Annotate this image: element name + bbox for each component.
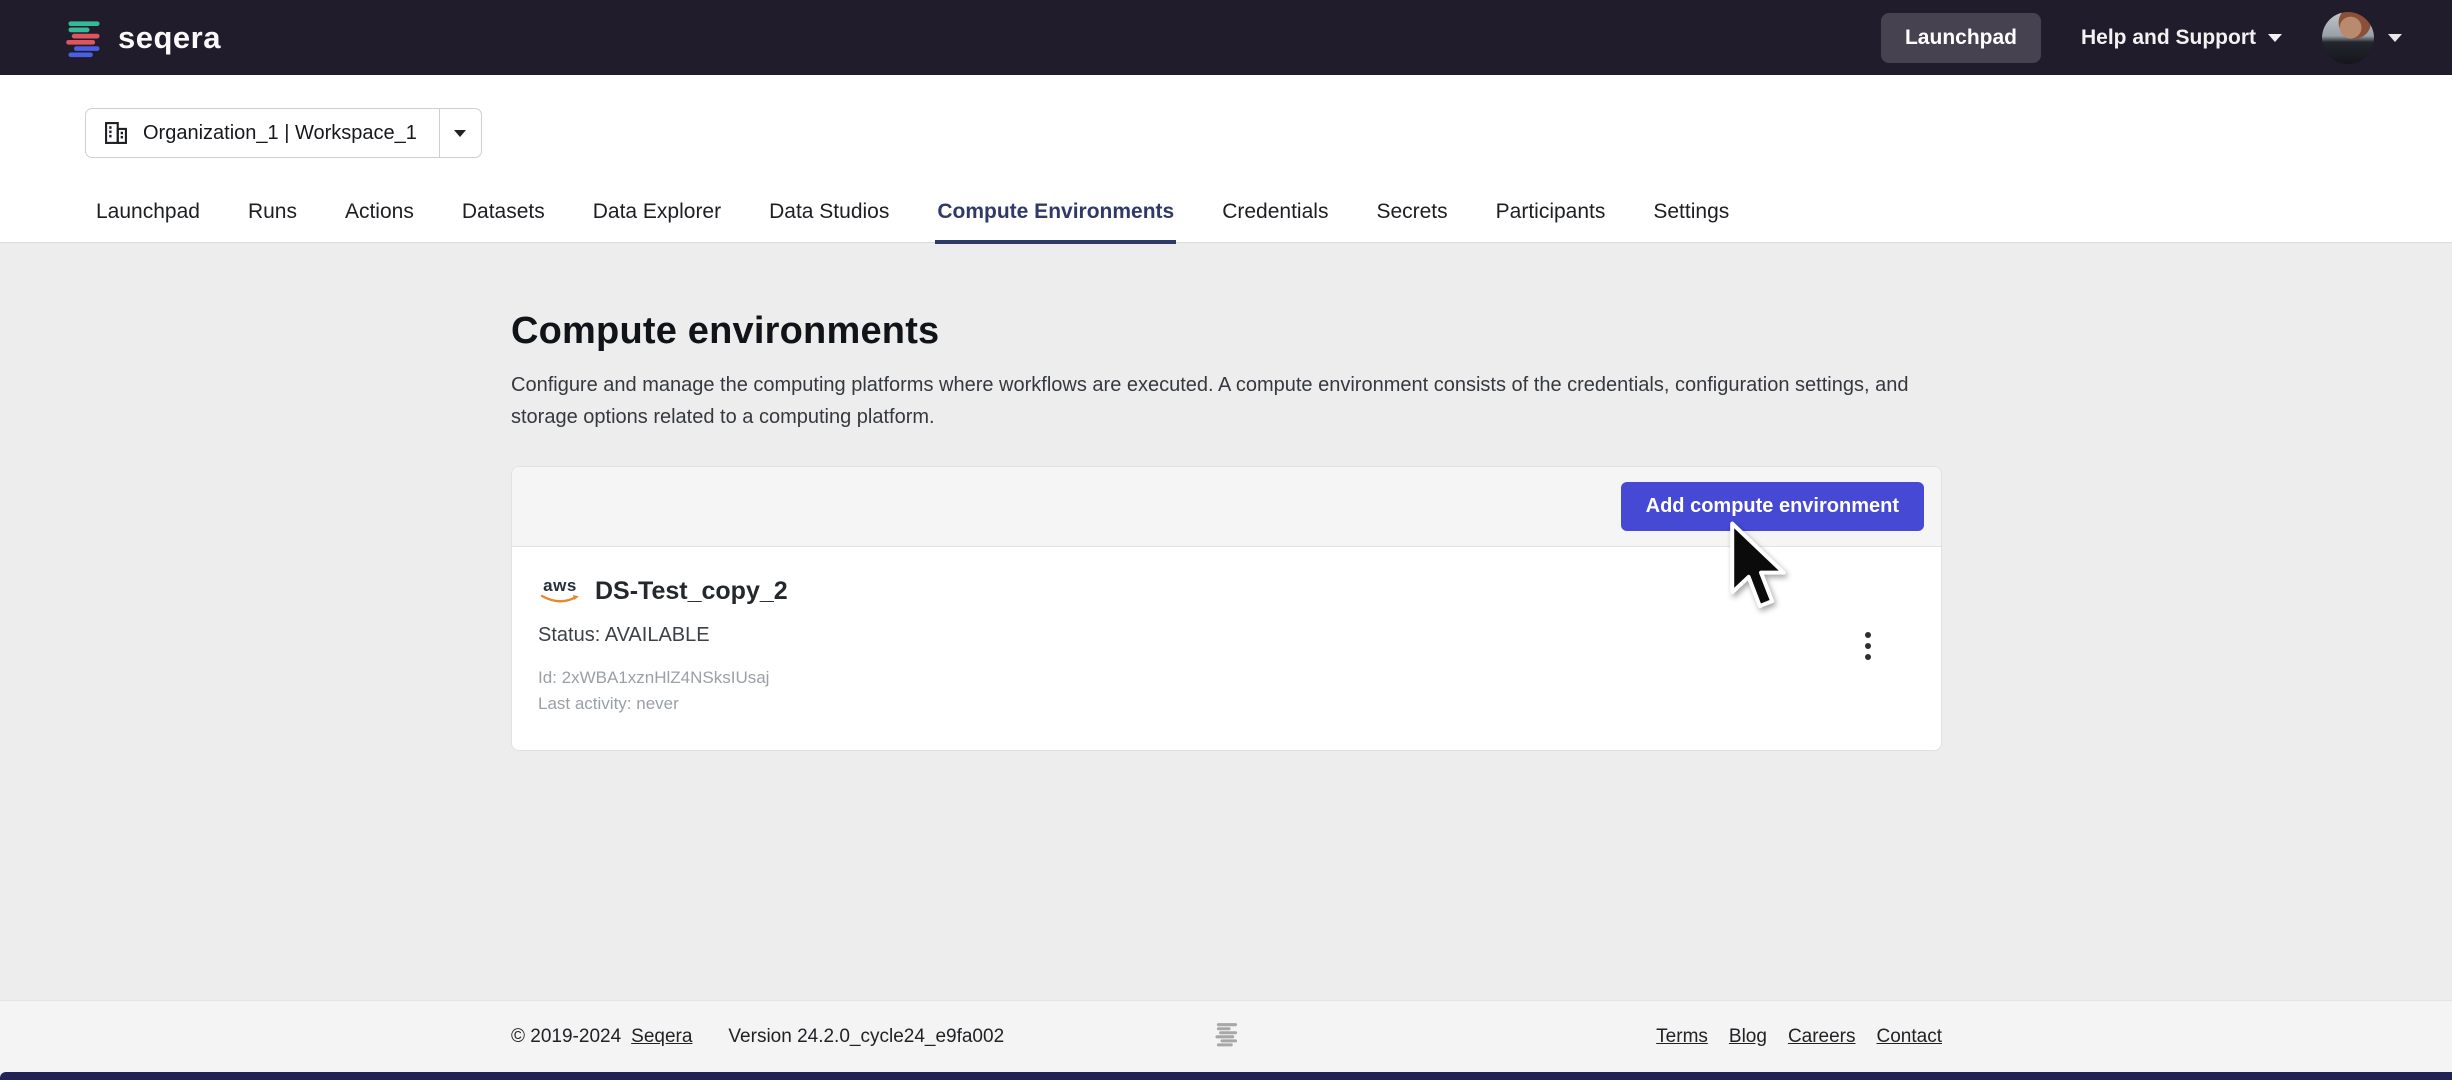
help-and-support-menu[interactable]: Help and Support: [2081, 26, 2282, 50]
tab-data-explorer[interactable]: Data Explorer: [591, 200, 723, 244]
compute-environment-row: aws DS-Test_copy_2 Status: AVAILABLE Id:…: [512, 547, 1941, 750]
tab-credentials[interactable]: Credentials: [1220, 200, 1330, 244]
version-text: Version 24.2.0_cycle24_e9fa002: [728, 1026, 1004, 1048]
top-navbar: seqera Launchpad Help and Support: [0, 0, 2452, 75]
chevron-down-icon: [2268, 34, 2282, 42]
user-menu[interactable]: [2322, 12, 2402, 64]
seqera-footer-logo-icon: [1214, 1021, 1240, 1053]
workspace-tabs: Launchpad Runs Actions Datasets Data Exp…: [94, 200, 1731, 244]
avatar[interactable]: [2322, 12, 2374, 64]
workspace-selector[interactable]: Organization_1 | Workspace_1: [85, 108, 482, 158]
blog-link[interactable]: Blog: [1729, 1026, 1767, 1048]
tab-actions[interactable]: Actions: [343, 200, 416, 244]
page-title: Compute environments: [511, 310, 1942, 353]
chevron-down-icon: [2388, 34, 2402, 42]
aws-smile-icon: [540, 594, 580, 606]
panel-header: Add compute environment: [512, 467, 1941, 547]
tab-datasets[interactable]: Datasets: [460, 200, 547, 244]
compute-environment-status: Status: AVAILABLE: [538, 624, 788, 647]
compute-environment-id: Id: 2xWBA1xznHlZ4NSksIUsaj: [538, 668, 788, 688]
window-bottom-edge: [0, 1072, 2452, 1080]
compute-environment-last-activity: Last activity: never: [538, 694, 788, 714]
seqera-logo[interactable]: seqera: [64, 18, 221, 58]
row-options-kebab-icon[interactable]: [1857, 624, 1879, 668]
chevron-down-icon: [454, 130, 466, 137]
main-content: Compute environments Configure and manag…: [0, 243, 2452, 1000]
help-and-support-label: Help and Support: [2081, 26, 2256, 50]
copyright-text: © 2019-2024: [511, 1026, 621, 1048]
seqera-logo-icon: [64, 18, 104, 58]
tab-launchpad[interactable]: Launchpad: [94, 200, 202, 244]
workspace-selector-label: Organization_1 | Workspace_1: [143, 122, 417, 145]
contact-link[interactable]: Contact: [1877, 1026, 1942, 1048]
organization-icon: [102, 119, 130, 147]
compute-environments-panel: Add compute environment aws DS-Test_copy…: [511, 466, 1942, 751]
tab-settings[interactable]: Settings: [1651, 200, 1731, 244]
compute-environment-name[interactable]: DS-Test_copy_2: [595, 577, 788, 606]
seqera-footer-link[interactable]: Seqera: [631, 1026, 692, 1048]
tab-compute-environments[interactable]: Compute Environments: [935, 200, 1176, 244]
workspace-selector-caret-button[interactable]: [439, 109, 481, 157]
tab-secrets[interactable]: Secrets: [1374, 200, 1449, 244]
terms-link[interactable]: Terms: [1656, 1026, 1708, 1048]
brand-text: seqera: [118, 20, 221, 56]
workspace-tabs-band: Organization_1 | Workspace_1 Launchpad R…: [0, 75, 2452, 243]
launchpad-button[interactable]: Launchpad: [1881, 13, 2041, 63]
tab-participants[interactable]: Participants: [1494, 200, 1608, 244]
tab-runs[interactable]: Runs: [246, 200, 299, 244]
page-footer: © 2019-2024 Seqera Version 24.2.0_cycle2…: [0, 1000, 2452, 1072]
tab-data-studios[interactable]: Data Studios: [767, 200, 891, 244]
page-description: Configure and manage the computing platf…: [511, 369, 1942, 433]
aws-icon: aws: [538, 577, 582, 606]
careers-link[interactable]: Careers: [1788, 1026, 1856, 1048]
add-compute-environment-button[interactable]: Add compute environment: [1621, 482, 1924, 531]
